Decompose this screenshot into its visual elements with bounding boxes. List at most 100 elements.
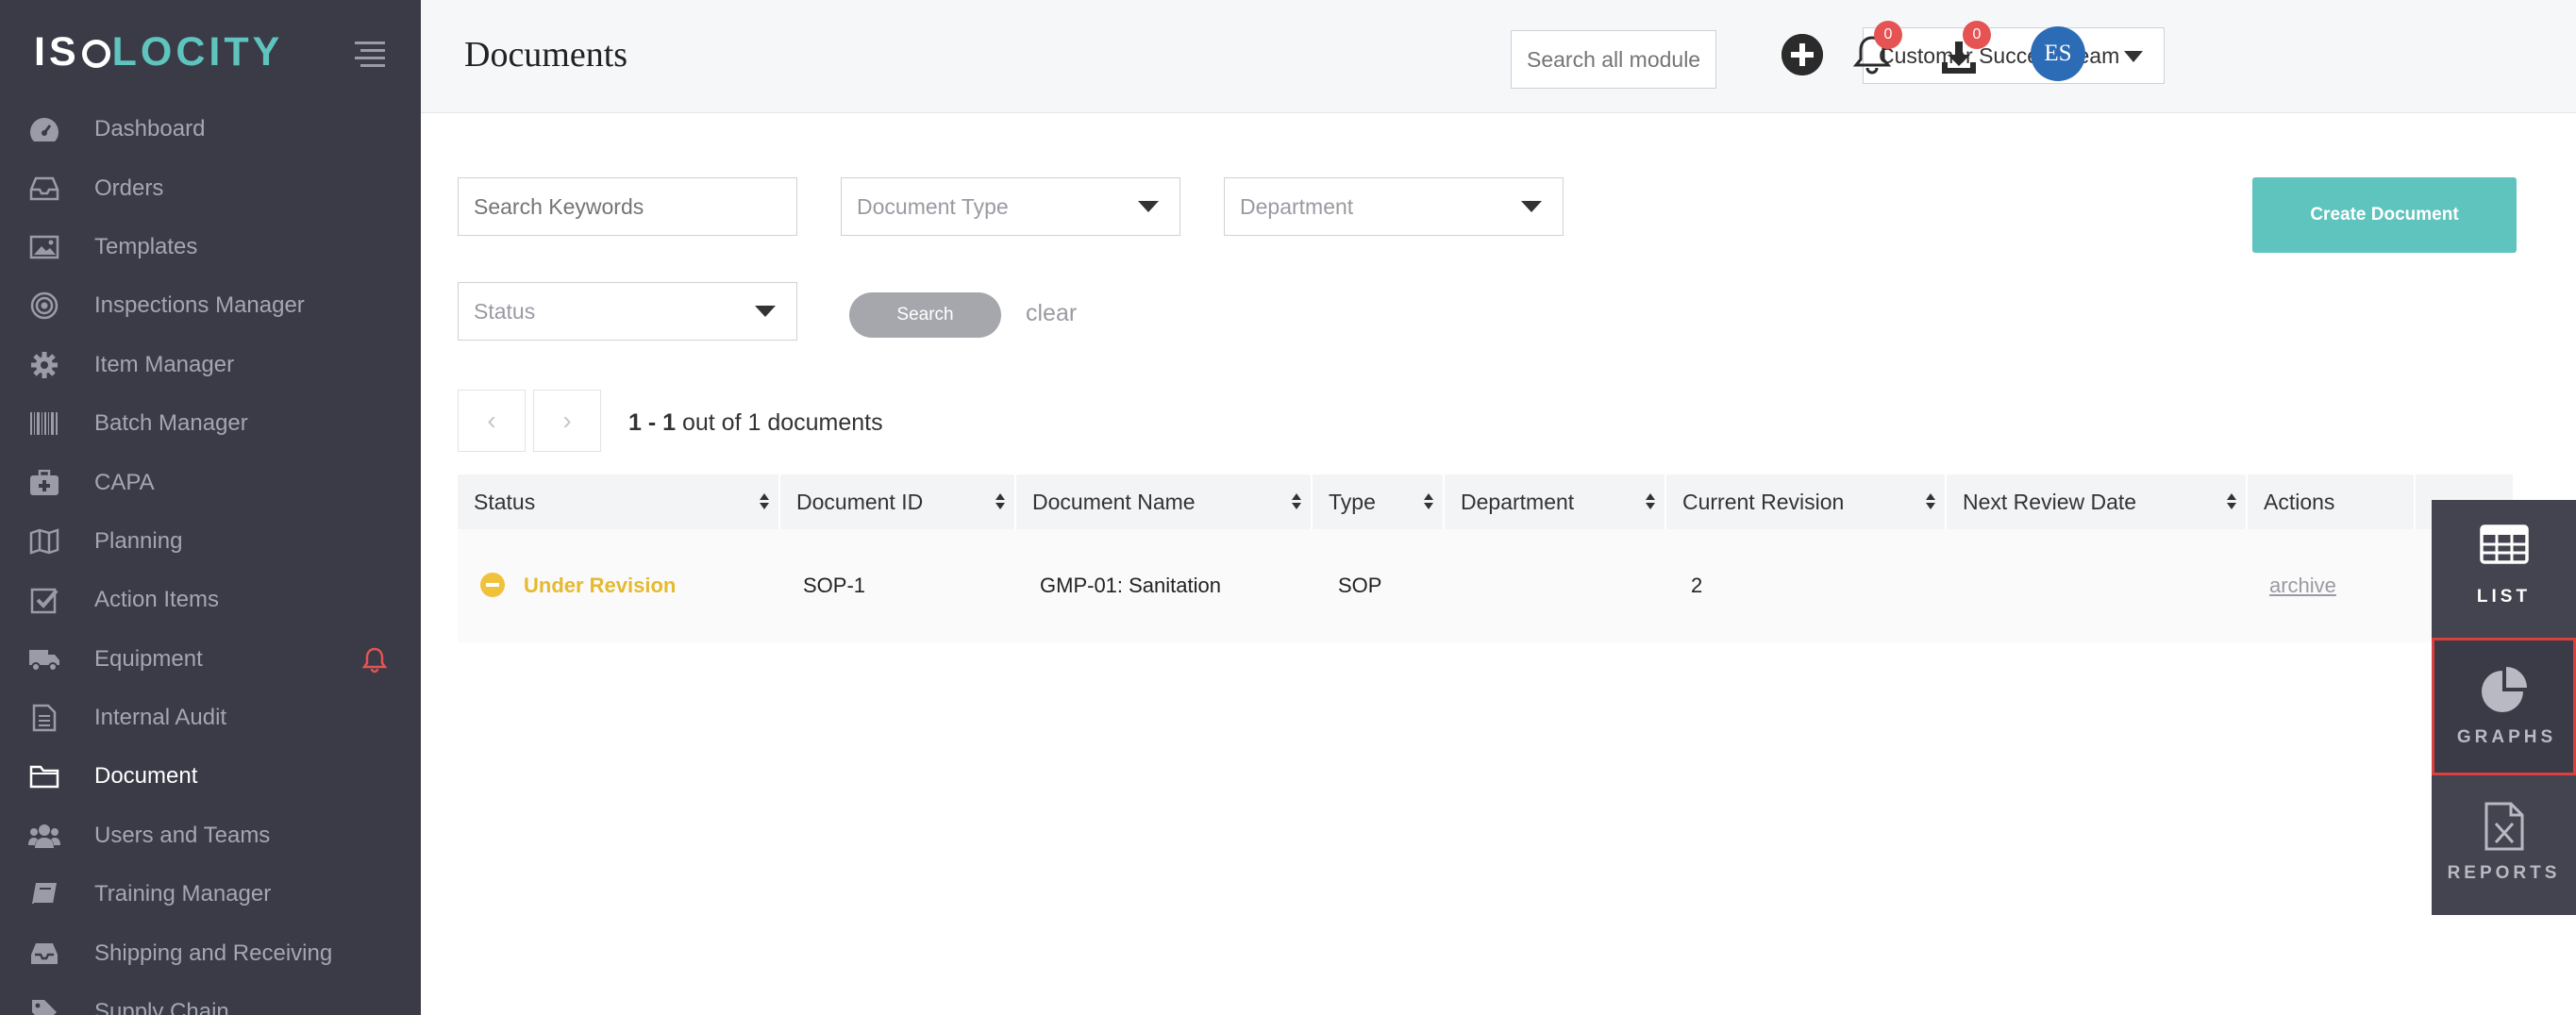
sidebar-item-planning[interactable]: Planning <box>0 512 421 571</box>
sidebar-item-orders[interactable]: Orders <box>0 158 421 217</box>
sort-icon <box>1424 493 1433 510</box>
chevron-left-icon: ‹ <box>487 406 496 435</box>
sidebar-item-document[interactable]: Document <box>0 747 421 806</box>
keyword-search-input[interactable] <box>458 177 797 236</box>
table-row: Under Revision SOP-1 GMP-01: Sanitation … <box>458 529 2513 642</box>
barcode-icon <box>28 408 60 440</box>
pagination-total: out of 1 documents <box>676 409 883 436</box>
page-title: Documents <box>464 35 628 75</box>
sidebar-item-label: Shipping and Receiving <box>94 940 333 966</box>
plus-icon <box>1781 34 1823 75</box>
sidebar-item-label: Internal Audit <box>94 705 227 731</box>
status-cell: Under Revision <box>524 574 677 597</box>
column-header-label: Document ID <box>796 490 924 514</box>
sidebar-item-batch-manager[interactable]: Batch Manager <box>0 394 421 453</box>
prev-page-button[interactable]: ‹ <box>458 390 526 452</box>
document-name-cell[interactable]: GMP-01: Sanitation <box>1040 529 1221 642</box>
column-header-current-revision[interactable]: Current Revision <box>1666 474 1947 529</box>
sidebar-item-label: Action Items <box>94 587 220 613</box>
column-header-label: Status <box>474 490 536 514</box>
status-placeholder: Status <box>474 298 536 324</box>
sidebar-item-training-manager[interactable]: Training Manager <box>0 865 421 923</box>
chevron-right-icon: › <box>562 406 572 435</box>
sidebar-item-label: Orders <box>94 175 164 201</box>
tag-icon <box>28 996 60 1015</box>
avatar[interactable]: ES <box>2031 26 2085 81</box>
checkbox-icon <box>28 584 60 616</box>
column-header-label: Actions <box>2264 490 2335 514</box>
column-header-label: Next Review Date <box>1963 490 2137 514</box>
truck-icon <box>28 643 60 675</box>
sidebar-item-capa[interactable]: CAPA <box>0 453 421 511</box>
document-type-select[interactable]: Document Type <box>841 177 1180 236</box>
sidebar-item-action-items[interactable]: Action Items <box>0 571 421 629</box>
pagination-range: 1 - 1 <box>628 409 677 436</box>
next-page-button[interactable]: › <box>533 390 601 452</box>
alert-bell-icon[interactable] <box>361 647 388 678</box>
search-button[interactable]: Search <box>849 292 1001 338</box>
table-header: Status Document ID Document Name Type De… <box>458 474 2513 529</box>
type-cell: SOP <box>1338 574 1382 597</box>
status-select[interactable]: Status <box>458 282 797 341</box>
graphs-view-button[interactable]: GRAPHS <box>2432 638 2576 775</box>
sidebar-item-templates[interactable]: Templates <box>0 218 421 276</box>
sidebar-item-internal-audit[interactable]: Internal Audit <box>0 689 421 747</box>
team-select[interactable]: Customer Success Team <box>1863 27 2165 84</box>
sidebar-item-supply-chain[interactable]: Supply Chain <box>0 983 421 1015</box>
downloads-count-badge: 0 <box>1963 21 1991 49</box>
sidebar-item-label: CAPA <box>94 469 155 495</box>
pie-chart-icon <box>2481 667 2527 712</box>
reports-view-button[interactable]: REPORTS <box>2432 776 2576 914</box>
dashboard-icon <box>28 113 60 145</box>
logo-text-left: IS <box>34 28 80 75</box>
sidebar-item-label: Inspections Manager <box>94 292 305 319</box>
sidebar-item-users-and-teams[interactable]: Users and Teams <box>0 807 421 865</box>
department-select[interactable]: Department <box>1224 177 1564 236</box>
status-indicator-icon <box>480 573 505 597</box>
list-view-button[interactable]: LIST <box>2432 500 2576 638</box>
column-header-status[interactable]: Status <box>458 474 780 529</box>
create-document-button[interactable]: Create Document <box>2252 177 2517 253</box>
clear-filters-link[interactable]: clear <box>1026 300 1077 327</box>
document-id-cell: SOP-1 <box>803 574 866 597</box>
sort-icon <box>760 493 769 510</box>
logo-text-right: LOCITY <box>111 28 284 75</box>
menu-toggle-icon[interactable] <box>355 42 385 67</box>
column-header-department[interactable]: Department <box>1445 474 1666 529</box>
sidebar-item-shipping-and-receiving[interactable]: Shipping and Receiving <box>0 923 421 982</box>
column-header-actions: Actions <box>2248 474 2416 529</box>
chevron-down-icon <box>1138 201 1159 212</box>
sidebar-item-label: Supply Chain <box>94 999 229 1015</box>
column-header-document-name[interactable]: Document Name <box>1016 474 1313 529</box>
gear-icon <box>28 349 60 381</box>
inbox-icon <box>28 173 60 205</box>
sidebar-item-equipment[interactable]: Equipment <box>0 630 421 689</box>
medkit-icon <box>28 467 60 499</box>
sidebar-item-label: Equipment <box>94 645 203 672</box>
sidebar-item-item-manager[interactable]: Item Manager <box>0 336 421 394</box>
archive-link[interactable]: archive <box>2269 529 2336 642</box>
excel-file-icon <box>2484 802 2523 851</box>
tray-icon <box>28 938 60 970</box>
add-new-button[interactable] <box>1781 34 1823 75</box>
reports-view-label: REPORTS <box>2447 863 2561 883</box>
sort-icon <box>2227 493 2236 510</box>
column-header-next-review-date[interactable]: Next Review Date <box>1947 474 2248 529</box>
app-logo[interactable]: IS LOCITY <box>34 28 283 75</box>
global-search-input[interactable] <box>1511 30 1716 89</box>
file-icon <box>28 702 60 734</box>
sort-icon <box>1926 493 1935 510</box>
column-header-document-id[interactable]: Document ID <box>780 474 1016 529</box>
view-switcher-panel: LIST GRAPHS REPORTS <box>2432 500 2576 915</box>
column-header-label: Current Revision <box>1682 490 1845 514</box>
column-header-type[interactable]: Type <box>1313 474 1445 529</box>
users-icon <box>28 820 60 852</box>
sidebar-item-inspections-manager[interactable]: Inspections Manager <box>0 276 421 335</box>
table-icon <box>2479 524 2529 564</box>
folder-icon <box>28 760 60 792</box>
image-icon <box>28 231 60 263</box>
sidebar-item-dashboard[interactable]: Dashboard <box>0 100 421 158</box>
sidebar-item-label: Item Manager <box>94 351 235 377</box>
sidebar-item-label: Training Manager <box>94 881 272 907</box>
target-icon <box>28 290 60 322</box>
